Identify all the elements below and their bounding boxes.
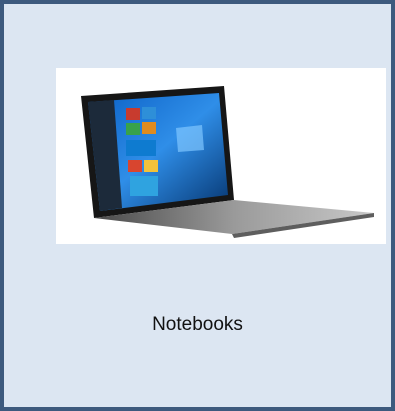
category-card-notebooks[interactable]: Notebooks [0, 0, 395, 411]
laptop-icon [81, 86, 374, 238]
category-label: Notebooks [152, 314, 243, 335]
notebook-image[interactable] [56, 68, 386, 244]
